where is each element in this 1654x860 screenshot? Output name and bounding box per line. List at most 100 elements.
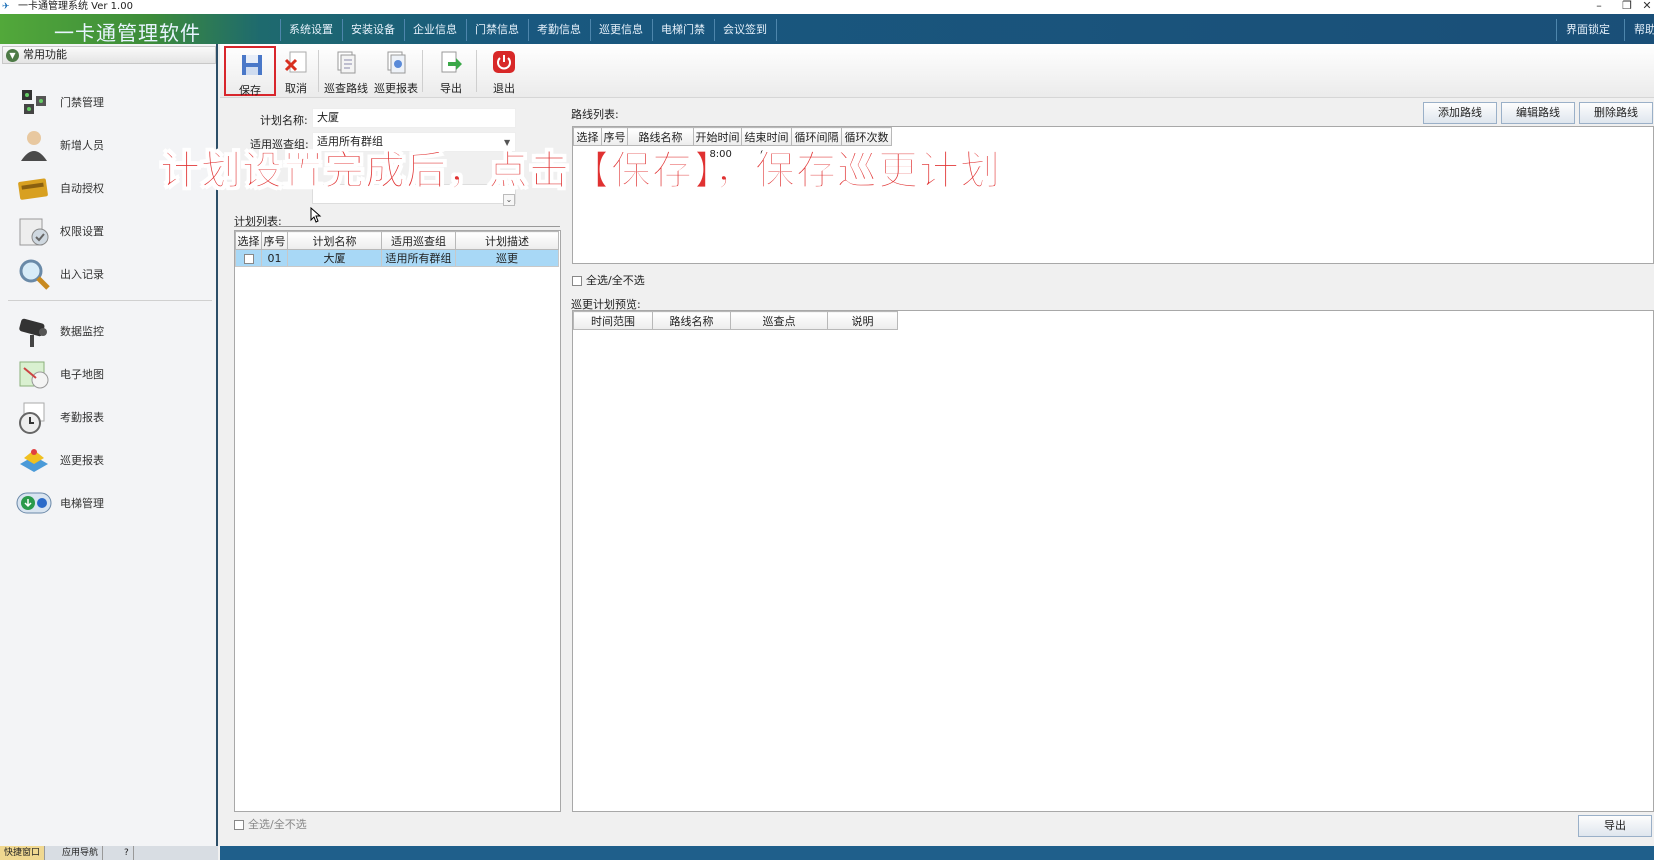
plan-list-table: 选择 序号 计划名称 适用巡查组 计划描述 01 大厦 适用所有群组 巡更 [234,230,561,812]
row-checkbox[interactable] [235,249,262,267]
preview-table: 时间范围 路线名称 巡查点 说明 [572,310,1654,812]
patrol-report-label: 巡更报表 [374,82,418,95]
select-all-label: 全选/全不选 [248,818,307,831]
brand-title: 一卡通管理软件 [54,21,201,45]
power-icon [493,51,515,73]
tab-help[interactable]: ? [120,846,134,860]
save-icon [242,55,262,75]
row-plan-name: 大厦 [287,249,382,267]
close-button[interactable]: ✕ [1640,0,1654,14]
cancel-label: 取消 [285,82,307,95]
column-header: 序号 [261,231,288,250]
permission-icon [19,218,49,246]
column-header: 计划描述 [455,231,559,250]
elevator-icon [16,492,52,514]
add-route-button[interactable]: 添加路线 [1423,102,1497,124]
row-group: 适用所有群组 [381,249,456,267]
plan-name-value: 大厦 [317,111,339,124]
map-icon [19,361,49,389]
camera-icon [19,318,47,347]
window-title: 一卡通管理系统 Ver 1.00 [18,1,133,12]
route-list-label: 路线列表: [571,108,619,121]
menu-system-settings[interactable]: 系统设置 [289,22,333,38]
sidebar-item-door-access[interactable]: 门禁管理 [14,82,204,122]
menu-meeting-signin[interactable]: 会议签到 [723,22,767,38]
sidebar-item-permission[interactable]: 权限设置 [14,211,204,251]
menu-access-info[interactable]: 门禁信息 [475,22,519,38]
minimize-button[interactable]: – [1592,0,1606,14]
menu-elevator-access[interactable]: 电梯门禁 [661,22,705,38]
report-icon [387,51,406,74]
sidebar-item-label: 巡更报表 [60,454,104,467]
exit-button[interactable]: 退出 [478,46,530,96]
table-row[interactable]: 01 大厦 适用所有群组 巡更 [235,249,559,267]
edit-route-button[interactable]: 编辑路线 [1501,102,1575,124]
column-header: 巡查点 [730,311,828,330]
tab-quick-window[interactable]: 快捷窗口 [0,846,46,860]
sidebar-item-patrol-report[interactable]: 巡更报表 [14,440,204,480]
sidebar-item-data-monitor[interactable]: 数据监控 [14,311,204,351]
sidebar-item-label: 门禁管理 [60,96,104,109]
save-label: 保存 [239,84,261,97]
title-bar: ✈ 一卡通管理系统 Ver 1.00 – ❐ ✕ [0,0,1654,14]
plan-name-field[interactable]: 大厦 [312,108,516,128]
document-stack-icon [337,51,356,74]
checkbox[interactable] [234,820,244,830]
export-button[interactable]: 导出 [425,46,477,96]
cursor-icon [310,207,322,223]
export-icon [441,51,462,73]
toolbar: 保存 取消 巡查路线 巡更报表 导出 退出 [220,44,1654,98]
patrol-report-button[interactable]: 巡更报表 [370,46,422,96]
exit-label: 退出 [493,82,515,95]
menu-install-device[interactable]: 安装设备 [351,22,395,38]
menu-bar: 一卡通管理软件 系统设置 安装设备 企业信息 门禁信息 考勤信息 巡更信息 电梯… [0,14,1654,45]
sidebar-item-elevator[interactable]: 电梯管理 [14,483,204,523]
sidebar-item-attendance-report[interactable]: 考勤报表 [14,397,204,437]
sidebar-header-label: 常用功能 [23,48,67,61]
person-icon [21,131,47,161]
menu-enterprise-info[interactable]: 企业信息 [413,22,457,38]
sidebar-item-access-records[interactable]: 出入记录 [14,254,204,294]
column-header: 说明 [827,311,898,330]
column-header: 适用巡查组 [381,231,456,250]
collapse-icon[interactable]: ▼ [6,49,19,62]
save-button[interactable]: 保存 [224,46,276,97]
sidebar-item-label: 数据监控 [60,325,104,338]
cancel-button[interactable]: 取消 [270,46,322,96]
sidebar-item-e-map[interactable]: 电子地图 [14,354,204,394]
cancel-icon [284,51,307,73]
tutorial-caption: 计划设置完成后，点击【保存】，保存巡更计划 [160,148,1001,195]
sidebar-item-label: 电梯管理 [60,497,104,510]
patrol-icon [20,449,48,472]
restore-button[interactable]: ❐ [1620,0,1634,14]
row-no: 01 [261,249,288,267]
menu-attendance-info[interactable]: 考勤信息 [537,22,581,38]
app-icon: ✈ [2,2,10,12]
magnifier-icon [19,259,50,290]
checkbox[interactable] [572,276,582,286]
preview-export-button[interactable]: 导出 [1578,815,1652,837]
sidebar-item-label: 新增人员 [60,139,104,152]
sidebar-item-label: 考勤报表 [60,411,104,424]
menu-help[interactable]: 帮助 [1634,22,1654,38]
select-all-label: 全选/全不选 [586,274,645,287]
tab-app-nav[interactable]: 应用导航 [58,846,104,860]
sidebar-header[interactable]: ▼ 常用功能 [2,46,216,64]
sidebar-item-label: 出入记录 [60,268,104,281]
row-desc: 巡更 [455,249,559,267]
plan-select-all[interactable]: 全选/全不选 [234,816,307,832]
sidebar-item-label: 电子地图 [60,368,104,381]
door-access-icon [22,90,46,114]
column-header: 路线名称 [652,311,731,330]
route-select-all[interactable]: 全选/全不选 [572,272,645,288]
column-header: 计划名称 [287,231,382,250]
sidebar-bottom-tabs: 快捷窗口 应用导航 ? [0,846,218,860]
menu-patrol-info[interactable]: 巡更信息 [599,22,643,38]
delete-route-button[interactable]: 删除路线 [1579,102,1653,124]
sidebar-item-label: 权限设置 [60,225,104,238]
menu-lock-ui[interactable]: 界面锁定 [1566,22,1610,38]
status-bar [220,846,1654,860]
patrol-route-button[interactable]: 巡查路线 [320,46,372,96]
column-header: 时间范围 [573,311,653,330]
column-header: 选择 [235,231,262,250]
